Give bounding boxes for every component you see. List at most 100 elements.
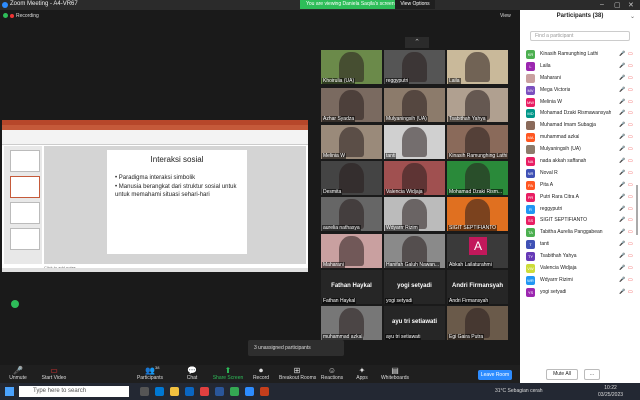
participant-name: Muhamad Imam Subagja [540, 122, 596, 129]
participant-video-tile[interactable]: muhammad azkal [321, 306, 382, 340]
participant-video-tile[interactable]: yogi setyadi yogi setyadi [384, 270, 445, 304]
taskbar-clock[interactable]: 10:22 03/25/2023 [598, 385, 623, 399]
participant-row[interactable]: YS yogi setyadi 🎤 ▭ [520, 287, 640, 299]
chrome-icon[interactable] [230, 387, 239, 396]
participant-video-tile[interactable]: Valencia Widjaja [384, 161, 445, 195]
view-options-button[interactable]: View Options [395, 0, 435, 9]
participant-video-tile[interactable]: Khoirulia (UA) [321, 50, 382, 84]
participant-video-tile[interactable]: Fathan Haykal Fathan Haykal [321, 270, 382, 304]
participant-row[interactable]: Maharani 🎤 ▭ [520, 73, 640, 85]
start-video-button[interactable]: ▭ Start Video [36, 366, 72, 381]
avatar: PR [526, 192, 535, 202]
chat-button[interactable]: 💬 Chat [174, 366, 210, 381]
participant-count: 38 [155, 365, 160, 370]
participant-row[interactable]: Muhamad Imam Subagja 🎤 ▭ [520, 120, 640, 132]
participant-search-input[interactable]: Find a participant [530, 31, 630, 41]
gallery-prev-page-icon[interactable]: ⌃ [405, 37, 429, 48]
annotate-pen-icon[interactable] [11, 300, 19, 308]
close-icon[interactable]: ✕ [628, 1, 634, 9]
participant-video-tile[interactable]: Hanifah Galuh Nawan... [384, 234, 445, 268]
participant-video-tile[interactable]: Maharani [321, 234, 382, 268]
participant-row[interactable]: L Laila 🎤 ▭ [520, 61, 640, 73]
zoom-icon[interactable] [245, 387, 254, 396]
participant-row[interactable]: Ttanti 🎤 ▭ [520, 239, 640, 251]
participant-list-scrollbar[interactable] [636, 185, 638, 235]
taskbar-search-input[interactable]: Type here to search [19, 386, 129, 397]
participant-name: Kinasih Ramunghing Lathi [540, 51, 599, 57]
participant-row[interactable]: MV Mega Victoria 🎤 ▭ [520, 85, 640, 97]
participant-video-tile[interactable]: Kinasih Ramunghing Lathi [447, 125, 508, 159]
participant-video-tile[interactable]: A Abkah Lailaturahmi [447, 234, 508, 268]
word-icon[interactable] [215, 387, 224, 396]
participant-name: SIGIT SEPTIFIANTO [540, 217, 588, 224]
avatar: MW [526, 97, 535, 107]
video-off-icon: ▭ [628, 193, 633, 200]
participant-row[interactable]: MD Mohamad Dzaki Rismawansyah 🎤 ▭ [520, 108, 640, 120]
participant-video-tile[interactable]: tanti [384, 125, 445, 159]
participant-video-tile[interactable]: Desmita [321, 161, 382, 195]
participant-name-label: Hanifah Galuh Nawan... [385, 262, 441, 268]
participant-row[interactable]: PA Pita A 🎤 ▭ [520, 180, 640, 192]
participant-video-tile[interactable]: Melinia W [321, 125, 382, 159]
microphone-muted-icon: 🎤 [619, 169, 626, 176]
store-icon[interactable] [185, 387, 194, 396]
powerpoint-icon[interactable] [260, 387, 269, 396]
breakout-rooms-icon: ⊞ [293, 366, 301, 375]
participant-row[interactable]: VW Valencia Widjaja 🎤 ▭ [520, 263, 640, 275]
participant-row[interactable]: SS SIGIT SEPTIFIANTO 🎤 ▭ [520, 215, 640, 227]
participant-video-tile[interactable]: Mulyaningsih (UA) [384, 88, 445, 122]
minimize-icon[interactable]: – [600, 1, 604, 8]
participant-video-tile[interactable]: Azhar Syadza [321, 88, 382, 122]
view-button[interactable]: View [500, 13, 511, 19]
participant-row[interactable]: MW Melinia W 🎤 ▭ [520, 97, 640, 109]
participant-display-name: yogi setyadi [397, 283, 432, 289]
participant-list: KR Kinasih Ramunghing Lathi 🎤 ▭ L Laila 🎤 ▭ Maha… [520, 49, 640, 299]
weather-widget[interactable]: 31°C Sebagian cerah [495, 388, 543, 394]
participant-row[interactable]: WR Wdyarrr Rizimi 🎤 ▭ [520, 275, 640, 287]
leave-room-button[interactable]: Leave Room [478, 370, 512, 380]
participant-video-tile[interactable]: Laila [447, 50, 508, 84]
edge-icon[interactable] [155, 387, 164, 396]
task-view-icon[interactable] [140, 387, 149, 396]
participant-row[interactable]: Mulyaningsih (UA) 🎤 ▭ [520, 144, 640, 156]
participant-name-label: Wdyarrr Rizim [385, 225, 419, 231]
participant-video-tile[interactable]: reggyputri [384, 50, 445, 84]
participant-video-tile[interactable]: Mohamad Dzaki Rism... [447, 161, 508, 195]
maximize-icon[interactable]: ▢ [614, 1, 621, 9]
mail-icon[interactable] [200, 387, 209, 396]
participant-video-tile[interactable]: Wdyarrr Rizim [384, 197, 445, 231]
participant-video-tile[interactable]: SIGIT SEPTIFIANTO [447, 197, 508, 231]
share-screen-button[interactable]: ⬆ Share Screen [210, 366, 246, 381]
participant-video-tile[interactable]: Andri Firmansyah Andri Firmansyah [447, 270, 508, 304]
participant-name: Pita A [540, 181, 554, 188]
participant-row[interactable]: NR Noval R 🎤 ▭ [520, 168, 640, 180]
record-button[interactable]: ⏺ Record [243, 366, 279, 381]
participant-row[interactable]: MA muhammad azkal 🎤 ▭ [520, 132, 640, 144]
video-off-icon: ▭ [628, 62, 633, 69]
participant-row[interactable]: Rreggyputri 🎤 ▭ [520, 204, 640, 216]
windows-start-icon[interactable] [5, 387, 14, 396]
panel-options-icon[interactable]: ⌄ [630, 13, 635, 20]
unmute-button[interactable]: 🎤 Unmute [0, 366, 36, 381]
participant-name: Maharani [540, 74, 561, 81]
participant-video-tile[interactable]: Tsabithah Yahya [447, 88, 508, 122]
whiteboards-button[interactable]: ▤ Whiteboards [377, 366, 413, 381]
participant-row[interactable]: NA nada akkah saffanah 🎤 ▭ [520, 156, 640, 168]
breakout-rooms-button[interactable]: ⊞ Breakout Rooms [279, 366, 316, 381]
participant-name-label: Maharani [322, 262, 345, 268]
participant-video-tile[interactable]: aurelia nathasya [321, 197, 382, 231]
mute-all-button[interactable]: Mute All [546, 369, 578, 380]
participant-row[interactable]: TY Tsabithah Yahya 🎤 ▭ [520, 251, 640, 263]
more-options-button[interactable]: ... [584, 369, 600, 380]
participant-row[interactable]: TA Tabitha Aurelia Panggabean 🎤 ▭ [520, 227, 640, 239]
participant-row[interactable]: PR Putri Rara Citra A 🎤 ▭ [520, 192, 640, 204]
microphone-muted-icon: 🎤 [619, 288, 626, 295]
file-explorer-icon[interactable] [170, 387, 179, 396]
participant-video-tile[interactable]: ayu tri setiawati ayu tri setiawati [384, 306, 445, 340]
participant-video-tile[interactable]: Egi Gaira Putra [447, 306, 508, 340]
apps-button[interactable]: ✦ Apps [344, 366, 380, 381]
video-off-icon: ▭ [628, 122, 633, 129]
participants-button[interactable]: 👥 Participants [132, 366, 168, 381]
meeting-info-icon[interactable] [3, 13, 8, 18]
participant-row[interactable]: KR Kinasih Ramunghing Lathi 🎤 ▭ [520, 49, 640, 61]
